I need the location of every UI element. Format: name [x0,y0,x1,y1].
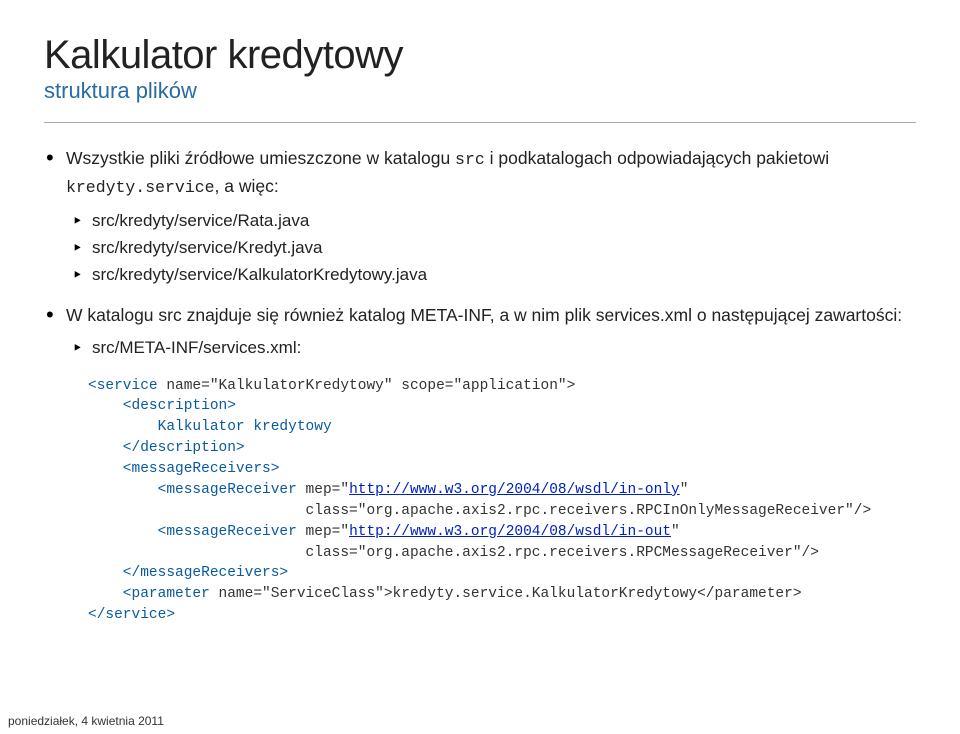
bullet-item: W katalogu src znajduje się również kata… [44,302,916,361]
code-line: " [671,524,680,540]
code-line: " [680,482,689,498]
code-line [88,503,306,519]
code-line: </service> [88,607,175,623]
bullet-item: Wszystkie pliki źródłowe umieszczone w k… [44,145,916,288]
code-line: </messageReceivers> [88,565,288,581]
code: src [455,150,485,169]
sub-item: src/kredyty/service/Rata.java [66,207,916,234]
page-subtitle: struktura plików [44,78,916,104]
sub-item: src/META-INF/services.xml: [66,334,916,361]
code-line: <messageReceiver [88,524,306,540]
footer-date: poniedziałek, 4 kwietnia 2011 [8,714,164,728]
url-link[interactable]: http://www.w3.org/2004/08/wsdl/in-out [349,524,671,540]
sub-list: src/kredyty/service/Rata.java src/kredyt… [66,207,916,289]
text: W katalogu src znajduje się również kata… [66,305,902,325]
code-line: mep=" [306,524,350,540]
code-line: <service [88,378,166,394]
code-line [88,545,306,561]
code-line: name="KalkulatorKredytowy" scope="applic… [166,378,575,394]
text: , a więc: [215,176,279,196]
code-line: class="org.apache.axis2.rpc.receivers.RP… [306,503,872,519]
code-line: class="org.apache.axis2.rpc.receivers.RP… [306,545,819,561]
text: i podkatalogach odpowiadających pakietow… [485,148,829,168]
code-line: mep=" [306,482,350,498]
code-line: <description> [88,398,236,414]
code-line: <parameter [88,586,219,602]
code-line: Kalkulator kredytowy [88,419,332,435]
slide: Kalkulator kredytowy struktura plików Ws… [0,0,960,734]
code-line: name="ServiceClass">kredyty.service.Kalk… [219,586,802,602]
sub-item: src/kredyty/service/KalkulatorKredytowy.… [66,261,916,288]
code-block: <service name="KalkulatorKredytowy" scop… [88,376,916,627]
url-link[interactable]: http://www.w3.org/2004/08/wsdl/in-only [349,482,680,498]
bullet-list: Wszystkie pliki źródłowe umieszczone w k… [44,145,916,362]
page-title: Kalkulator kredytowy [44,34,916,76]
code: kredyty.service [66,178,215,197]
sub-item: src/kredyty/service/Kredyt.java [66,234,916,261]
sub-list: src/META-INF/services.xml: [66,334,916,361]
code-line: <messageReceivers> [88,461,279,477]
text: Wszystkie pliki źródłowe umieszczone w k… [66,148,455,168]
divider [44,122,916,123]
code-line: <messageReceiver [88,482,306,498]
code-line: </description> [88,440,245,456]
